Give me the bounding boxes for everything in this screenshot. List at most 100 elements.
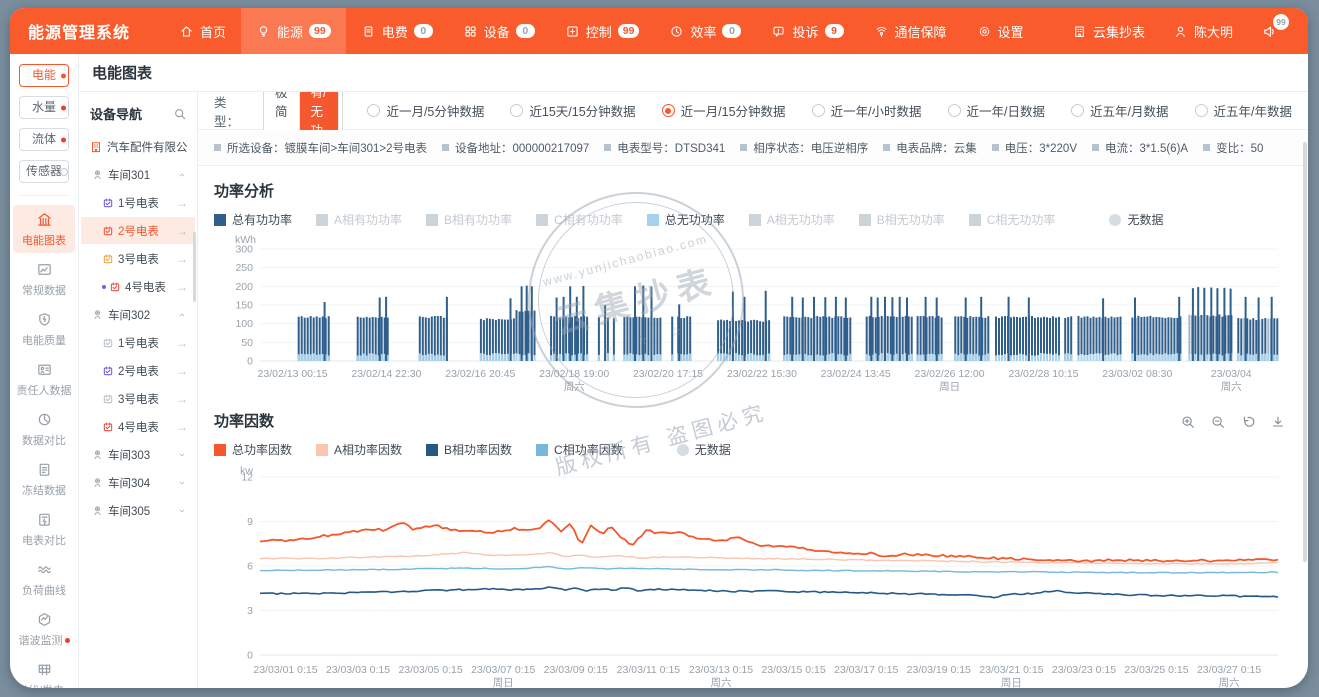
legend-item-4[interactable]: 总无功功率 <box>647 211 725 228</box>
tree-item-workshop-304[interactable]: 车间304 <box>81 469 195 496</box>
range-radio-0[interactable]: 近一月/5分钟数据 <box>367 101 484 120</box>
legend-item-6[interactable]: B相无功功率 <box>859 211 945 228</box>
goto-arrow-icon[interactable]: → <box>176 336 188 350</box>
legend-item-0[interactable]: 总有功功率 <box>214 211 292 228</box>
power-factor-chart[interactable]: 036912kw23/03/01 0:1523/03/03 0:1523/03/… <box>214 463 1290 688</box>
tree-item-label: 汽车配件有限公司 <box>107 139 188 155</box>
legend-item-5[interactable]: A相无功功率 <box>749 211 835 228</box>
goto-arrow-icon[interactable]: → <box>176 420 188 434</box>
reset-icon[interactable] <box>1240 414 1256 430</box>
topbar-cloud-meter-reading[interactable]: 云集抄表 <box>1072 22 1145 41</box>
svg-text:23/03/03 0:15: 23/03/03 0:15 <box>326 664 390 676</box>
legend-label: 总功率因数 <box>232 441 292 458</box>
legend-item-7[interactable]: C相无功功率 <box>969 211 1056 228</box>
sidebar-item-label: 电表对比 <box>22 532 66 548</box>
range-radio-4[interactable]: 近一年/日数据 <box>948 101 1045 120</box>
legend-item-8[interactable]: 无数据 <box>1109 211 1163 228</box>
rail-group-sensor[interactable]: 传感器 <box>19 160 69 183</box>
caret-down-icon[interactable] <box>176 477 188 489</box>
nav-item-complaint[interactable]: 投诉9 <box>756 8 858 54</box>
sidebar-item-meter-compare[interactable]: 电表对比 <box>13 505 75 553</box>
legend-item-1[interactable]: A相功率因数 <box>316 441 402 458</box>
nav-item-settings[interactable]: 设置 <box>962 8 1039 54</box>
main-nav: 首页能源99电费0设备0控制99效率0投诉9通信保障设置 <box>164 8 1039 54</box>
svg-text:6: 6 <box>247 561 253 573</box>
tree-item-meter-301-3[interactable]: 3号电表→ <box>81 245 195 272</box>
range-radio-1[interactable]: 近15天/15分钟数据 <box>510 101 635 120</box>
nav-item-energy[interactable]: 能源99 <box>241 8 346 54</box>
caret-up-icon[interactable] <box>176 169 188 181</box>
shield-icon <box>36 311 53 328</box>
range-radio-group: 近一月/5分钟数据 近15天/15分钟数据 近一月/15分钟数据 近一年/小时数据 近一… <box>367 101 1292 120</box>
legend-item-2[interactable]: B相有功功率 <box>426 211 512 228</box>
download-icon[interactable] <box>1270 414 1286 430</box>
zoom-in-icon[interactable] <box>1180 414 1196 430</box>
sidebar-item-harmonic-monitor[interactable]: 谐波监测 <box>13 605 75 653</box>
range-radio-6[interactable]: 近五年/年数据 <box>1195 101 1292 120</box>
sidebar-item-frozen-data[interactable]: 冻结数据 <box>13 455 75 503</box>
tree-item-meter-302-4[interactable]: 4号电表→ <box>81 413 195 440</box>
goto-arrow-icon[interactable]: → <box>176 252 188 266</box>
tree-item-meter-302-1[interactable]: 1号电表→ <box>81 329 195 356</box>
tree-item-meter-301-4[interactable]: 4号电表→ <box>81 273 195 300</box>
sidebar-item-load-curve[interactable]: 负荷曲线 <box>13 555 75 603</box>
devnav-scrollbar[interactable] <box>193 232 196 302</box>
search-icon[interactable] <box>173 107 187 121</box>
nav-item-efficiency[interactable]: 效率0 <box>654 8 756 54</box>
rail-group-fluid[interactable]: 流体 <box>19 128 69 151</box>
goto-arrow-icon[interactable]: → <box>176 392 188 406</box>
topbar-user[interactable]: 陈大明 <box>1173 22 1233 41</box>
sidebar-item-pv-generation[interactable]: 光伏/发电 <box>13 655 75 688</box>
nav-item-bill[interactable]: 电费0 <box>346 8 448 54</box>
sidebar-item-data-compare[interactable]: 数据对比 <box>13 405 75 453</box>
tree-item-meter-301-1[interactable]: 1号电表→ <box>81 189 195 216</box>
tree-item-meter-302-3[interactable]: 3号电表→ <box>81 385 195 412</box>
nav-item-comms[interactable]: 通信保障 <box>859 8 962 54</box>
power-factor-section: 功率因数 总功率因数A相功率因数B相功率因数C相功率因数无数据 036912kw… <box>198 396 1308 688</box>
range-radio-2[interactable]: 近一月/15分钟数据 <box>662 101 786 120</box>
tree-item-meter-302-2[interactable]: 2号电表→ <box>81 357 195 384</box>
zoom-out-icon[interactable] <box>1210 414 1226 430</box>
sidebar-item-power-quality[interactable]: 电能质量 <box>13 305 75 353</box>
caret-down-icon[interactable] <box>176 505 188 517</box>
nav-item-home[interactable]: 首页 <box>164 8 241 54</box>
goto-arrow-icon[interactable]: → <box>176 224 188 238</box>
legend-item-3[interactable]: C相功率因数 <box>536 441 623 458</box>
rail-group-water[interactable]: 水量 <box>19 96 69 119</box>
range-radio-5[interactable]: 近五年/月数据 <box>1071 101 1168 120</box>
tree-item-workshop-305[interactable]: 车间305 <box>81 497 195 524</box>
power-analysis-chart[interactable]: 050100150200250300kWh23/02/13 00:1523/02… <box>214 233 1290 391</box>
main-scrollbar[interactable] <box>1303 142 1307 562</box>
legend-item-2[interactable]: B相功率因数 <box>426 441 512 458</box>
tree-item-meter-301-2[interactable]: 2号电表→ <box>81 217 195 244</box>
legend-item-3[interactable]: C相有功功率 <box>536 211 623 228</box>
legend-item-1[interactable]: A相有功功率 <box>316 211 402 228</box>
device-tree: 汽车配件有限公司车间3011号电表→2号电表→3号电表→4号电表→车间3021号… <box>79 133 197 524</box>
goto-arrow-icon[interactable]: → <box>176 280 188 294</box>
goto-arrow-icon[interactable]: → <box>176 364 188 378</box>
notifications-button[interactable]: 99 <box>1261 23 1278 40</box>
sidebar-item-regular-data[interactable]: 常规数据 <box>13 255 75 303</box>
goto-arrow-icon[interactable]: → <box>176 196 188 210</box>
nav-item-control[interactable]: 控制99 <box>550 8 655 54</box>
nav-item-label: 能源 <box>277 22 303 41</box>
wave-icon <box>36 561 53 578</box>
tree-item-workshop-302[interactable]: 车间302 <box>81 301 195 328</box>
caret-down-icon[interactable] <box>176 449 188 461</box>
legend-swatch <box>647 214 659 226</box>
rail-group-electricity[interactable]: 电能 <box>19 64 69 87</box>
svg-text:23/03/21 0:15: 23/03/21 0:15 <box>979 664 1043 676</box>
caret-up-icon[interactable] <box>176 309 188 321</box>
bullet-square-icon <box>442 144 449 151</box>
tree-item-company[interactable]: 汽车配件有限公司 <box>81 133 195 160</box>
sidebar-item-power-charts[interactable]: 电能图表 <box>13 205 75 253</box>
legend-item-0[interactable]: 总功率因数 <box>214 441 292 458</box>
sidebar-item-label: 谐波监测 <box>19 632 70 648</box>
complaint-icon <box>771 24 786 39</box>
tree-item-workshop-303[interactable]: 车间303 <box>81 441 195 468</box>
range-radio-3[interactable]: 近一年/小时数据 <box>812 101 922 120</box>
sidebar-item-owner-data[interactable]: 责任人数据 <box>13 355 75 403</box>
legend-item-4[interactable]: 无数据 <box>677 441 731 458</box>
nav-item-devices[interactable]: 设备0 <box>448 8 550 54</box>
tree-item-workshop-301[interactable]: 车间301 <box>81 161 195 188</box>
